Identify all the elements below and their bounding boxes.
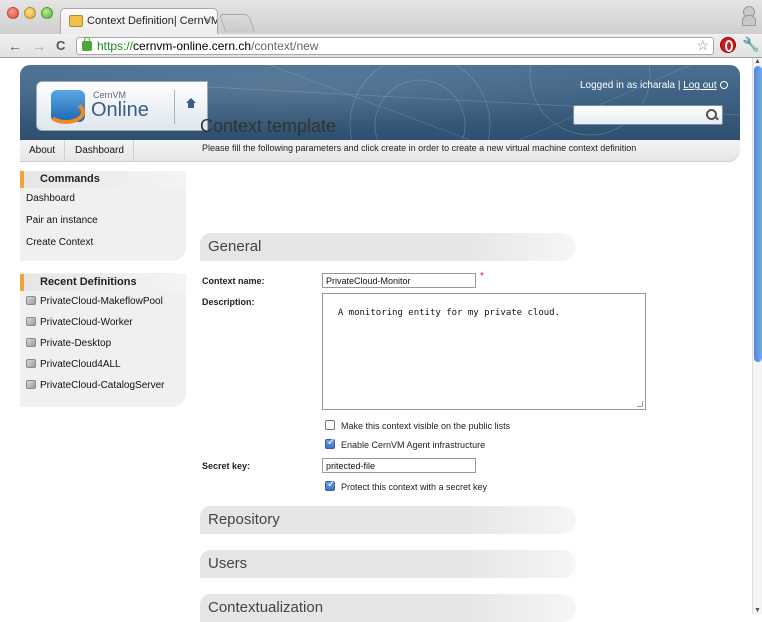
visible-public-label: Make this context visible on the public …	[341, 421, 511, 431]
recent-definitions-title: Recent Definitions	[20, 274, 186, 291]
context-icon	[26, 359, 36, 368]
wrench-menu-icon[interactable]: 🔧	[742, 36, 759, 53]
agent-option[interactable]: Enable CernVM Agent infrastructure	[325, 437, 486, 450]
logo-divider	[174, 90, 175, 124]
home-icon[interactable]	[185, 98, 197, 110]
secret-key-input[interactable]	[322, 458, 476, 473]
sidebar-item-dashboard[interactable]: Dashboard	[20, 188, 186, 210]
url-path: /context/new	[251, 39, 319, 53]
section-contextualization[interactable]: Contextualization	[200, 594, 576, 622]
agent-label: Enable CernVM Agent infrastructure	[341, 440, 486, 450]
menu-item-dashboard[interactable]: Dashboard	[66, 140, 134, 162]
page-intro: Please fill the following parameters and…	[202, 143, 637, 153]
scroll-thumb[interactable]	[754, 66, 762, 362]
back-arrow-icon[interactable]: ←	[8, 37, 22, 55]
user-profile-icon[interactable]	[742, 6, 756, 26]
tab-title: Context Definition| CernVM	[87, 15, 218, 27]
recent-definition-item[interactable]: PrivateCloud-CatalogServer	[20, 375, 186, 396]
recent-definition-item[interactable]: Private-Desktop	[20, 333, 186, 354]
logged-in-text: Logged in as icharala |	[580, 80, 684, 91]
browser-titlebar: Context Definition| CernVM ×	[0, 0, 762, 34]
reload-icon[interactable]: C	[56, 37, 65, 55]
context-icon	[26, 338, 36, 347]
recent-definition-item[interactable]: PrivateCloud4ALL	[20, 354, 186, 375]
url-host: cernvm-online.cern.ch	[133, 39, 252, 53]
recent-definition-label: PrivateCloud4ALL	[40, 359, 121, 370]
recent-definitions-panel: Recent Definitions PrivateCloud-Makeflow…	[20, 273, 186, 407]
context-icon	[26, 380, 36, 389]
url-scheme: https://	[97, 39, 134, 53]
section-repository[interactable]: Repository	[200, 506, 576, 534]
logo-text-big: Online	[91, 99, 149, 121]
extension-icon[interactable]	[720, 37, 736, 53]
description-textarea[interactable]: A monitoring entity for my private cloud…	[322, 293, 646, 410]
tab-close-icon[interactable]: ×	[205, 9, 211, 33]
minimize-window-button[interactable]	[24, 7, 36, 19]
login-status: Logged in as icharala | Log out	[580, 80, 728, 91]
cernvm-logo-icon	[47, 90, 85, 124]
commands-title: Commands	[20, 171, 186, 188]
protect-checkbox[interactable]	[325, 479, 335, 491]
close-window-button[interactable]	[7, 7, 19, 19]
context-icon	[26, 296, 36, 305]
lock-icon	[82, 37, 92, 51]
recent-definition-label: PrivateCloud-Worker	[40, 317, 133, 328]
logout-icon[interactable]	[719, 81, 728, 90]
site-search-input[interactable]	[573, 105, 723, 125]
commands-panel: Commands Dashboard Pair an instance Crea…	[20, 171, 186, 261]
recent-definition-label: PrivateCloud-MakeflowPool	[40, 296, 163, 307]
sidebar-item-create-context[interactable]: Create Context	[20, 232, 186, 254]
site-logo[interactable]: CernVM Online	[36, 81, 208, 131]
zoom-window-button[interactable]	[41, 7, 53, 19]
forward-arrow-icon[interactable]: →	[32, 37, 46, 55]
scroll-up-icon[interactable]: ▲	[754, 58, 761, 65]
description-label: Description:	[202, 297, 255, 307]
section-users[interactable]: Users	[200, 550, 576, 578]
context-icon	[26, 317, 36, 326]
protect-option[interactable]: Protect this context with a secret key	[325, 479, 488, 492]
address-bar[interactable]: https://cernvm-online.cern.ch/context/ne…	[76, 37, 714, 55]
browser-tab-active[interactable]: Context Definition| CernVM ×	[60, 8, 218, 34]
sidebar-item-pair-instance[interactable]: Pair an instance	[20, 210, 186, 232]
context-name-input[interactable]	[322, 273, 476, 288]
secret-key-label: Secret key:	[202, 461, 251, 471]
search-icon[interactable]	[706, 109, 717, 120]
section-general[interactable]: General	[200, 233, 576, 261]
description-text: A monitoring entity for my private cloud…	[337, 308, 561, 318]
context-name-label: Context name:	[202, 276, 265, 286]
logout-link[interactable]: Log out	[683, 80, 716, 91]
menu-item-about[interactable]: About	[20, 140, 66, 162]
required-marker: *	[480, 271, 484, 282]
scroll-down-icon[interactable]: ▼	[754, 607, 761, 614]
agent-checkbox[interactable]	[325, 437, 335, 449]
new-tab-button[interactable]	[218, 14, 256, 32]
page-scrollbar[interactable]: ▲ ▼	[752, 58, 762, 614]
bookmark-star-icon[interactable]: ☆	[696, 37, 709, 53]
visible-public-checkbox[interactable]	[325, 420, 335, 430]
site-banner: CernVM Online Logged in as icharala | Lo…	[20, 65, 740, 140]
recent-definition-label: PrivateCloud-CatalogServer	[40, 380, 165, 391]
visible-public-option[interactable]: Make this context visible on the public …	[325, 420, 510, 431]
resize-grip-icon[interactable]	[637, 401, 643, 407]
favicon-icon	[69, 15, 83, 27]
recent-definition-item[interactable]: PrivateCloud-MakeflowPool	[20, 291, 186, 312]
browser-toolbar: ← → C https://cernvm-online.cern.ch/cont…	[0, 34, 762, 58]
recent-definition-label: Private-Desktop	[40, 338, 112, 349]
page-title: Context template	[200, 116, 337, 136]
protect-label: Protect this context with a secret key	[341, 482, 488, 492]
recent-definition-item[interactable]: PrivateCloud-Worker	[20, 312, 186, 333]
